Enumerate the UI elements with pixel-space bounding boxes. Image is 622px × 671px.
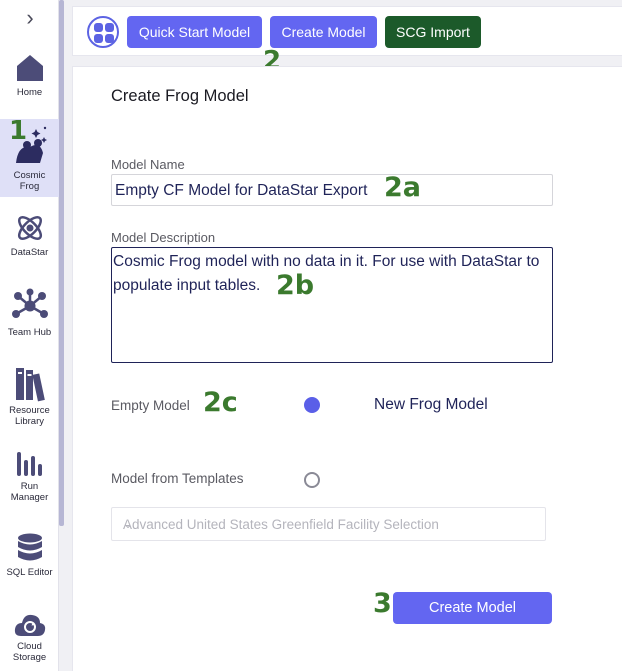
run-manager-icon	[16, 452, 42, 476]
model-from-templates-label: Model from Templates	[111, 471, 244, 486]
cloud-storage-icon	[14, 614, 45, 636]
chevron-right-icon[interactable]: ›	[17, 7, 43, 30]
sidebar-item-label: Home	[16, 87, 43, 98]
sidebar-item-label: Cloud	[17, 641, 42, 652]
sidebar-item-label: DataStar	[10, 247, 49, 258]
sidebar-item-run-manager[interactable]: Run Manager	[0, 450, 59, 506]
database-icon	[17, 533, 42, 561]
model-name-input[interactable]: Empty CF Model for DataStar Export	[111, 174, 553, 206]
model-name-value: Empty CF Model for DataStar Export	[115, 182, 368, 199]
model-from-templates-radio[interactable]	[304, 472, 320, 488]
sidebar-item-cloud-storage[interactable]: Cloud Storage	[0, 610, 59, 666]
create-model-button[interactable]: Create Model	[393, 592, 552, 624]
annotation-step-3: 3	[373, 588, 392, 619]
sidebar-item-home[interactable]: Home	[0, 52, 59, 102]
scg-import-button[interactable]: SCG Import	[385, 16, 481, 48]
new-frog-model-option: New Frog Model	[374, 396, 488, 413]
model-name-label: Model Name	[111, 157, 185, 172]
annotation-step-1: 1	[9, 116, 28, 146]
empty-model-radio[interactable]	[304, 397, 320, 413]
sidebar-item-resource-library[interactable]: Resource Library	[0, 366, 59, 427]
model-description-label: Model Description	[111, 230, 216, 245]
page-title: Create Frog Model	[111, 87, 249, 105]
sidebar-item-label: Storage	[12, 652, 47, 663]
team-hub-icon	[11, 288, 48, 318]
sidebar-item-label: Resource	[9, 405, 50, 416]
annotation-step-2b: 2b	[276, 270, 315, 301]
sidebar-item-label: Team Hub	[7, 327, 52, 338]
apps-grid-icon[interactable]	[87, 16, 119, 48]
sidebar-item-label: Cosmic	[13, 170, 46, 181]
empty-model-label: Empty Model	[111, 398, 190, 413]
resource-library-icon	[15, 368, 45, 402]
template-select[interactable]: Advanced United States Greenfield Facili…	[111, 507, 546, 541]
sidebar-item-label: Run	[20, 481, 39, 492]
sidebar: › Home Cosmic Frog 1 DataStar Team Hub R…	[0, 0, 59, 671]
quick-start-model-button[interactable]: Quick Start Model	[127, 16, 262, 48]
chevron-down-icon: ⌄	[123, 517, 134, 531]
sidebar-item-label: Library	[14, 416, 45, 427]
datastar-icon	[17, 215, 42, 241]
annotation-step-2a: 2a	[384, 172, 422, 203]
sidebar-item-label: Manager	[10, 492, 49, 503]
model-description-textarea[interactable]: Cosmic Frog model with no data in it. Fo…	[111, 247, 553, 363]
sidebar-item-datastar[interactable]: DataStar	[0, 212, 59, 262]
home-icon	[16, 55, 43, 81]
sidebar-item-team-hub[interactable]: Team Hub	[0, 288, 59, 344]
sidebar-item-label: SQL Editor	[6, 567, 53, 578]
sidebar-item-sql-editor[interactable]: SQL Editor	[0, 532, 59, 582]
annotation-step-2c: 2c	[203, 387, 238, 418]
sidebar-scrollbar[interactable]	[59, 0, 64, 526]
sidebar-item-label: Frog	[19, 181, 40, 192]
create-model-top-button[interactable]: Create Model	[270, 16, 377, 48]
